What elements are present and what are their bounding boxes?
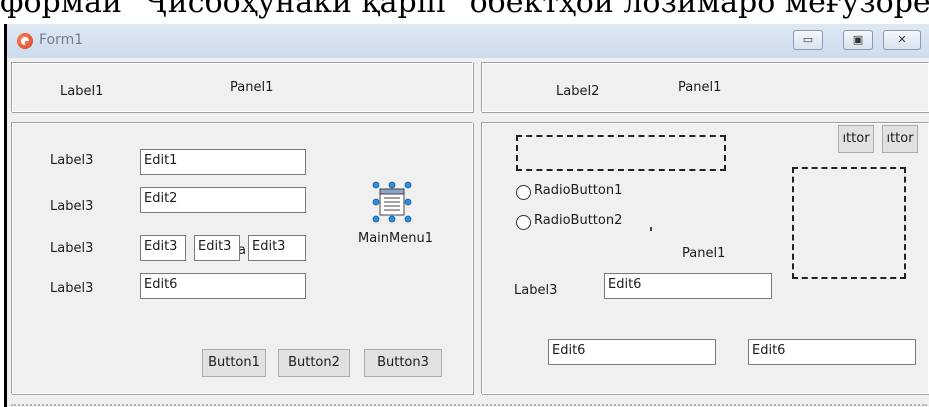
panel-caption: Panel1 [230,80,274,95]
edit-field[interactable]: Edit6 [604,273,772,299]
window-title: Form1 [39,32,84,48]
panel-top-right[interactable]: Label2 Panel1 [481,62,929,112]
radio-button-2-label: RadioButton2 [534,213,623,228]
row-label: Label3 [50,153,94,168]
page-caption: формаи "Ҷисбоҳунаки қаріп" обектҳои лози… [0,0,929,20]
text-caret-marker [650,227,652,231]
dashed-groupbox-selection[interactable] [516,135,726,171]
row-label: Label3 [514,283,558,298]
panel-top-left[interactable]: Label1 Panel1 [11,62,473,112]
row-label: Label3 [50,241,94,256]
row-label: Label3 [50,281,94,296]
button-2[interactable]: Button2 [278,349,350,377]
row-label: Label3 [50,199,94,214]
radio-button-1-label: RadioButton1 [534,183,623,198]
panel-caption: Panel1 [682,246,726,261]
panel-caption: Panel1 [678,80,722,95]
radio-button-circle[interactable] [516,185,531,200]
maximize-button[interactable]: ▣ [843,30,873,50]
small-button[interactable]: ıttor [882,125,918,153]
form-client-area: Label1 Panel1 Label2 Panel1 Label3 Edit1… [7,58,929,407]
small-button[interactable]: ıttor [838,125,874,153]
radio-button-circle[interactable] [516,215,531,230]
edit-field[interactable]: Edit3 [248,235,306,261]
panel-left[interactable]: Label3 Edit1 Label3 Edit2 Label3 a Edit3… [11,122,473,394]
button-3[interactable]: Button3 [364,349,442,377]
label-2: Label2 [556,84,600,99]
dashed-component-selection[interactable] [792,167,906,279]
edit-field[interactable]: Edit1 [140,149,306,175]
panel-right[interactable]: ıttor ıttor RadioButton1 RadioButton2 Pa… [481,122,929,394]
main-menu-component-icon[interactable] [370,181,414,225]
edit-field[interactable]: Edit2 [140,187,306,213]
close-button[interactable]: ✕ [883,30,921,50]
edit-field[interactable]: Edit6 [748,339,916,365]
main-menu-label: MainMenu1 [358,231,433,246]
edit-field[interactable]: Edit6 [548,339,716,365]
title-bar[interactable]: Form1 ▭ ▣ ✕ [7,24,929,58]
form-window: Form1 ▭ ▣ ✕ Label1 Panel1 Label2 Panel1 … [4,24,929,407]
edit-field[interactable]: Edit6 [140,273,306,299]
button-1[interactable]: Button1 [202,349,266,377]
edit-field[interactable]: Edit3 [194,235,240,261]
app-icon [17,33,33,49]
minimize-button[interactable]: ▭ [793,30,823,50]
edit-field[interactable]: Edit3 [140,235,186,261]
label-1: Label1 [60,84,104,99]
design-grid-dots [11,404,927,406]
